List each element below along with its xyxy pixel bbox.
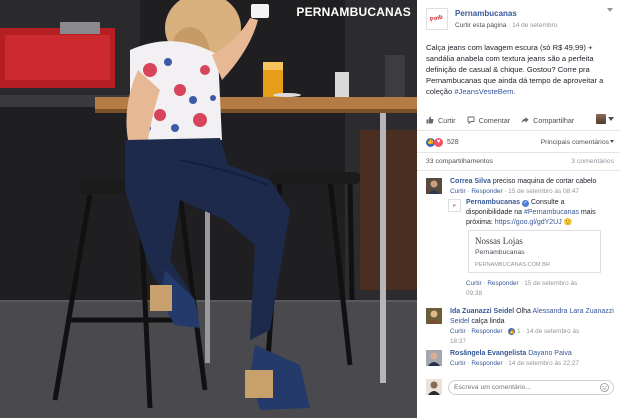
comment-url[interactable]: https://goo.gl/gdY2UJ <box>495 219 562 226</box>
brand-watermark: PERNAMBUCANAS <box>296 5 411 19</box>
comment-message: Olha <box>516 308 531 315</box>
comment-like-link[interactable]: Curtir <box>466 280 482 287</box>
post-action-bar: Curtir Comentar Compartilhar <box>426 113 614 127</box>
post-options-chevron-icon[interactable] <box>607 8 613 12</box>
photo-illustration <box>0 0 417 418</box>
comment-button[interactable]: Comentar <box>467 115 511 125</box>
comment-input[interactable] <box>448 380 614 395</box>
comment-reply-link[interactable]: Responder <box>471 328 502 335</box>
comment-message: preciso maquina de cortar cabelo <box>492 178 597 185</box>
comment-message-cont: calça linda <box>471 318 505 325</box>
user-avatar <box>596 114 606 124</box>
comment-sort-dropdown[interactable]: Principais comentários <box>541 139 614 146</box>
chevron-down-icon <box>608 117 614 121</box>
comment-like-link[interactable]: Curtir <box>450 328 466 335</box>
comment-like-link[interactable]: Curtir <box>450 360 466 367</box>
comment-like-link[interactable]: Curtir <box>450 188 466 195</box>
post-header: Pmb Pernambucanas Curtir esta página · 1… <box>417 0 620 36</box>
preview-domain: PERNAMBUCANAS.COM.BR <box>475 262 550 268</box>
comment-time[interactable]: 15 de setembro às <box>524 280 577 287</box>
post-hashtag[interactable]: #JeansVesteBem <box>454 87 513 96</box>
comment-mention[interactable]: Alessandra Lara <box>533 308 584 315</box>
comment-author[interactable]: Correa Silva <box>450 178 491 185</box>
comment-time[interactable]: 14 de setembro às <box>526 328 579 335</box>
commenter-avatar[interactable] <box>426 308 442 324</box>
comment-label: Comentar <box>478 115 511 125</box>
like-button[interactable]: Curtir <box>426 116 456 125</box>
post-text: Calça jeans com lavagem escura (só R$ 49… <box>426 42 614 97</box>
comment-author[interactable]: Rosângela Evangelista <box>450 350 526 357</box>
comment-text: Correa Silva preciso maquina de cortar c… <box>450 177 616 187</box>
commenter-avatar[interactable] <box>426 178 442 194</box>
thumbs-up-icon <box>426 116 434 124</box>
comment-bubble-icon <box>467 116 475 124</box>
preview-subtitle: Pernambucanas <box>475 249 525 256</box>
share-count-link[interactable]: 33 compartilhamentos <box>426 158 493 165</box>
post-date[interactable]: 14 de setembro <box>512 22 557 29</box>
divider <box>417 170 620 171</box>
post-text-end: . <box>513 87 516 96</box>
caret-down-icon <box>610 140 614 144</box>
comment-meta: Curtir · Responder · 👍 1 · 14 de setembr… <box>450 327 580 345</box>
like-count-icon: 👍 <box>508 327 516 335</box>
comment-reply-link[interactable]: Responder <box>471 360 502 367</box>
preview-title: Nossas Lojas <box>475 236 523 246</box>
share-arrow-icon <box>521 117 529 123</box>
page-avatar[interactable]: Pmb <box>426 8 448 30</box>
comment-composer <box>426 378 614 398</box>
post-photo[interactable]: PERNAMBUCANAS <box>0 0 417 418</box>
commenter-avatar[interactable] <box>426 350 442 366</box>
love-reaction-icon: ♥ <box>434 137 443 147</box>
divider <box>417 152 620 153</box>
comment-text: Ida Zuanazzi Seidel Olha Alessandra Lara… <box>450 307 616 327</box>
page-name-link[interactable]: Pernambucanas <box>455 9 517 18</box>
divider <box>417 130 620 131</box>
share-button[interactable]: Compartilhar <box>521 116 574 125</box>
link-preview-card[interactable]: Nossas Lojas Pernambucanas PERNAMBUCANAS… <box>468 230 601 273</box>
comment-hashtag[interactable]: #Pernambucanas <box>524 209 579 216</box>
smile-emoji-icon: 🙂 <box>563 219 573 226</box>
comment-author[interactable]: Pernambucanas <box>466 199 520 206</box>
reaction-count[interactable]: 528 <box>447 139 459 146</box>
comment-meta: Curtir · Responder · 15 de setembro às 0… <box>466 280 578 297</box>
comment-like-count[interactable]: 👍 1 <box>508 327 521 335</box>
comment-count: 3 comentários <box>571 158 614 165</box>
like-label: Curtir <box>438 115 456 125</box>
like-count: 1 <box>517 328 521 335</box>
comment-time-cont[interactable]: 09:38 <box>466 290 482 297</box>
comment-author[interactable]: Ida Zuanazzi Seidel <box>450 308 514 315</box>
page-avatar-logo: P <box>453 203 456 208</box>
page-reply-avatar[interactable]: P <box>448 199 461 212</box>
comment-reply-link[interactable]: Responder <box>487 280 518 287</box>
comment-time[interactable]: 14 de setembro às 22:27 <box>508 360 579 367</box>
post-as-selector[interactable] <box>596 114 614 124</box>
share-label: Compartilhar <box>533 115 575 125</box>
sort-label: Principais comentários <box>540 138 609 146</box>
comment-meta: Curtir · Responder · 14 de setembro às 2… <box>450 360 579 367</box>
emoji-picker-icon[interactable] <box>600 383 609 392</box>
like-page-link[interactable]: Curtir esta página <box>455 22 506 29</box>
comment-meta: Curtir · Responder · 15 de setembro às 0… <box>450 188 579 195</box>
comment-time[interactable]: 15 de setembro às 08:47 <box>508 188 579 195</box>
verified-icon: ✓ <box>522 200 530 207</box>
comment-text: Rosângela Evangelista Dayano Paiva <box>450 349 616 359</box>
reactions-row: 👍 ♥ 528 Principais comentários <box>426 136 614 148</box>
comment-reply-link[interactable]: Responder <box>471 188 502 195</box>
comment-time-cont[interactable]: 18:37 <box>450 338 466 345</box>
page-meta: Curtir esta página · 14 de setembro <box>455 22 557 29</box>
current-user-avatar <box>426 379 442 395</box>
comment-text: Pernambucanas ✓ Consulte a disponibilida… <box>466 198 608 228</box>
comment-mention[interactable]: Dayano Paiva <box>528 350 572 357</box>
